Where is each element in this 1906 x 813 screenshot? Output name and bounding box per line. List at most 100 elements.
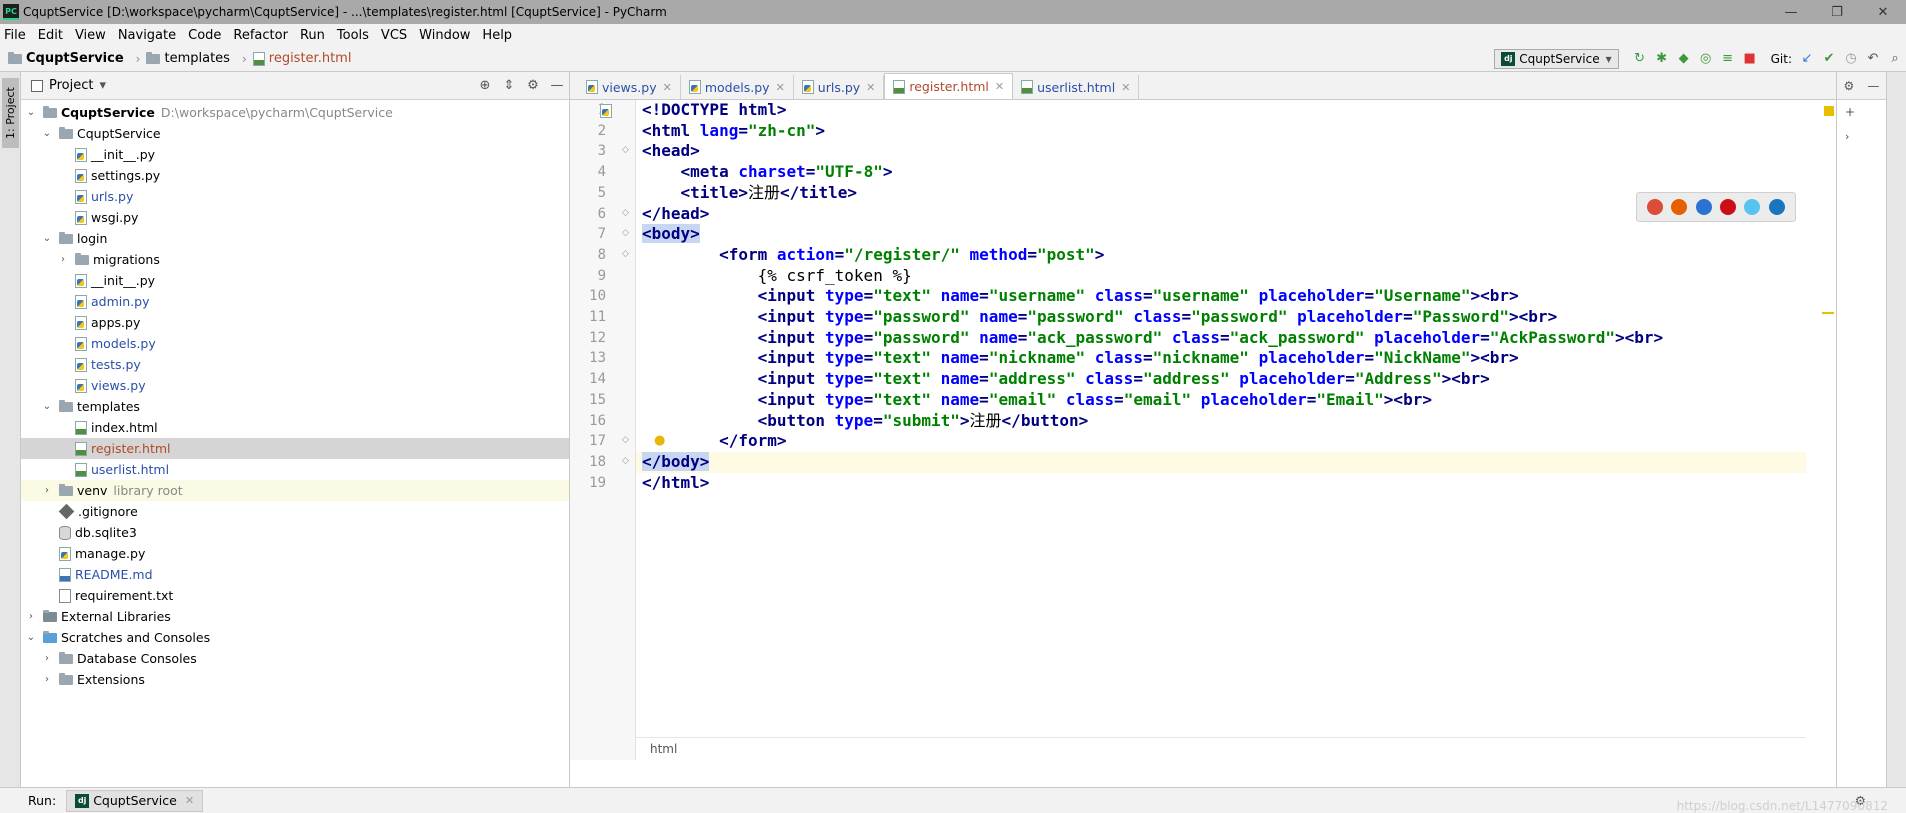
chevron-down-icon[interactable]: ⌄ [25,107,37,118]
search-icon[interactable]: ⌕ [1884,49,1906,69]
vcs-commit-icon[interactable]: ✔ [1818,49,1840,69]
profile-icon[interactable]: ◎ [1695,49,1717,69]
collapse-all-icon[interactable]: ⇕ [497,78,521,93]
fold-marker-icon[interactable]: ◇ [622,145,629,155]
close-button[interactable]: ✕ [1860,5,1906,20]
menu-file[interactable]: File [4,28,26,43]
menu-window[interactable]: Window [419,28,470,43]
error-stripe-marker[interactable] [1822,312,1834,314]
coverage-icon[interactable]: ◆ [1673,49,1695,69]
debug-icon[interactable]: ✱ [1651,49,1673,69]
editor-tab[interactable]: register.html ✕ [884,73,1014,99]
minimize-button[interactable]: — [1768,5,1814,20]
run-configuration-select[interactable]: dj CquptService ▾ [1494,48,1619,69]
code-line[interactable]: <input type="password" name="ack_passwor… [636,328,1806,349]
tree-item[interactable]: __init__.py [21,270,569,291]
code-line[interactable]: </form> [636,431,1806,452]
code-line[interactable]: {% csrf_token %} [636,266,1806,287]
history-icon[interactable]: ◷ [1840,49,1862,69]
tree-item[interactable]: › venv library root [21,480,569,501]
code-line[interactable]: <input type="text" name="nickname" class… [636,348,1806,369]
maximize-button[interactable]: ❐ [1814,5,1860,20]
breadcrumb-templates[interactable]: templates [146,51,230,66]
menu-tools[interactable]: Tools [337,28,369,43]
fold-marker-icon[interactable]: ◇ [622,456,629,466]
edge-icon[interactable] [1768,199,1785,215]
close-icon[interactable]: ✕ [866,81,875,94]
firefox-icon[interactable] [1671,199,1688,215]
hide-panel-icon[interactable]: — [545,78,569,93]
editor-tab[interactable]: userlist.html ✕ [1013,75,1140,99]
fold-marker-icon[interactable]: ◇ [622,249,629,259]
close-icon[interactable]: ✕ [776,81,785,94]
menu-view[interactable]: View [75,28,106,43]
editor-tab[interactable]: models.py ✕ [681,75,794,99]
code-line[interactable]: <form action="/register/" method="post"> [636,245,1806,266]
menu-run[interactable]: Run [300,28,325,43]
project-tool-tab[interactable]: 1: Project [2,78,19,148]
code-line[interactable]: <body> [636,224,1806,245]
code-line[interactable]: <head> [636,141,1806,162]
python-console-icon[interactable] [600,104,612,118]
chevron-down-icon[interactable]: ⌄ [41,401,53,412]
code-line[interactable]: <input type="text" name="address" class=… [636,369,1806,390]
close-icon[interactable]: ✕ [1121,81,1130,94]
code-line[interactable]: <!DOCTYPE html> [636,100,1806,121]
code-line[interactable]: <input type="text" name="email" class="e… [636,390,1806,411]
chevron-right-icon[interactable]: › [41,653,53,664]
stop-icon[interactable]: ■ [1739,49,1761,69]
fold-marker-icon[interactable]: ◇ [622,228,629,238]
tree-item[interactable]: › Extensions [21,669,569,690]
menu-refactor[interactable]: Refactor [233,28,288,43]
tree-item[interactable]: requirement.txt [21,585,569,606]
tree-item[interactable]: ⌄ login [21,228,569,249]
gear-icon[interactable]: ⚙ [521,78,545,93]
code-line[interactable]: <input type="password" name="password" c… [636,307,1806,328]
hide-panel-icon[interactable]: — [1867,79,1879,93]
tree-item[interactable]: apps.py [21,312,569,333]
gear-icon[interactable]: ⚙ [1844,79,1855,93]
code-line[interactable]: <button type="submit">注册</button> [636,411,1806,432]
tree-item[interactable]: ⌄ CquptService D:\workspace\pycharm\CquptS… [21,102,569,123]
locate-icon[interactable]: ⊕ [473,78,497,93]
menu-edit[interactable]: Edit [38,28,63,43]
menu-navigate[interactable]: Navigate [118,28,176,43]
tree-item[interactable]: models.py [21,333,569,354]
editor-tab[interactable]: urls.py ✕ [794,75,885,99]
tree-item[interactable]: ⌄ templates [21,396,569,417]
tree-item[interactable]: ⌄ CquptService [21,123,569,144]
warning-marker-icon[interactable] [1824,106,1834,116]
project-view-select[interactable]: Project ▾ [31,78,106,93]
fold-marker-icon[interactable]: ◇ [622,435,629,445]
run-tab[interactable]: dj CquptService ✕ [66,789,204,812]
code-line[interactable]: </head> [636,204,1806,225]
fold-marker-icon[interactable]: ◇ [622,208,629,218]
tree-item[interactable]: manage.py [21,543,569,564]
code-line[interactable]: <input type="text" name="username" class… [636,286,1806,307]
safari-icon[interactable] [1695,199,1712,215]
close-icon[interactable]: ✕ [185,794,194,807]
add-icon[interactable]: + [1837,100,1886,124]
menu-vcs[interactable]: VCS [381,28,407,43]
tree-item[interactable]: › Database Consoles [21,648,569,669]
tree-item[interactable]: admin.py [21,291,569,312]
tree-item[interactable]: README.md [21,564,569,585]
chevron-right-icon[interactable]: › [41,674,53,685]
tree-item[interactable]: › migrations [21,249,569,270]
editor-tab[interactable]: views.py ✕ [578,75,681,99]
chevron-right-icon[interactable]: › [57,254,69,265]
opera-icon[interactable] [1720,199,1737,215]
menu-code[interactable]: Code [188,28,221,43]
tree-item[interactable]: › External Libraries [21,606,569,627]
tree-item[interactable]: index.html [21,417,569,438]
code-line[interactable]: <html lang="zh-cn"> [636,121,1806,142]
code-editor[interactable]: <!DOCTYPE html> <html lang="zh-cn"> <head>… [636,100,1806,760]
ie-icon[interactable] [1744,199,1761,215]
chevron-down-icon[interactable]: ⌄ [41,128,53,139]
tree-item[interactable]: settings.py [21,165,569,186]
chrome-icon[interactable] [1647,199,1664,215]
code-line[interactable]: </body> [636,451,1806,473]
tree-item[interactable]: views.py [21,375,569,396]
vcs-update-icon[interactable]: ↙ [1796,49,1818,69]
tree-item[interactable]: wsgi.py [21,207,569,228]
